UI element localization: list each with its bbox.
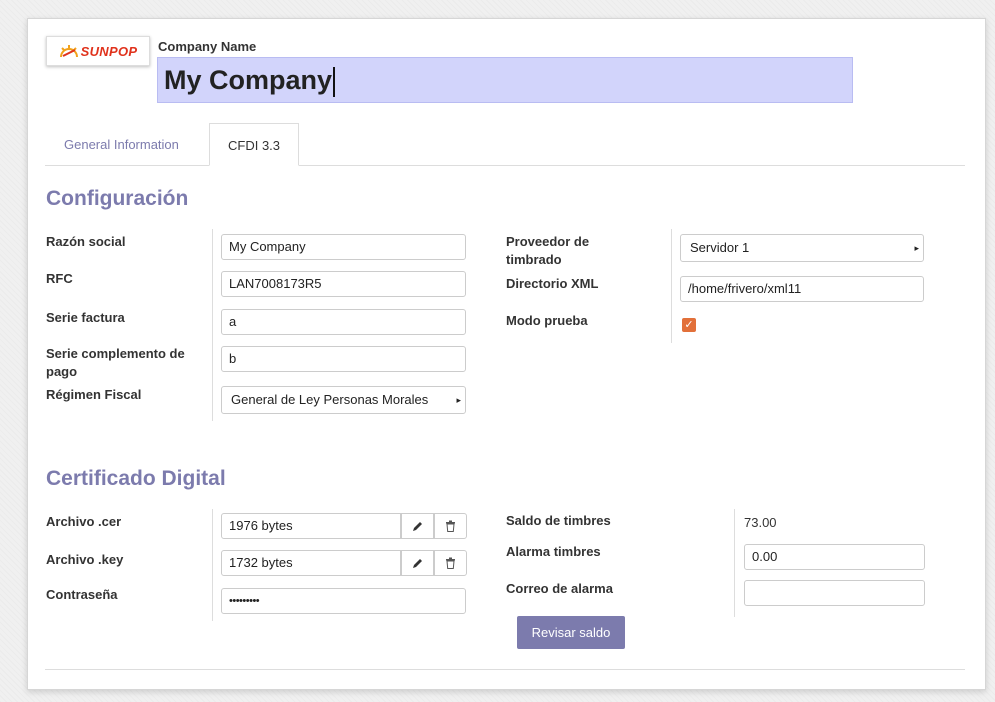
company-name-value: My Company	[164, 65, 333, 95]
delete-key-button[interactable]	[434, 550, 467, 576]
regimen-fiscal-value: General de Ley Personas Morales	[231, 392, 429, 407]
tab-general-information[interactable]: General Information	[46, 123, 197, 166]
edit-key-button[interactable]	[401, 550, 434, 576]
column-divider	[212, 509, 213, 621]
modo-prueba-label: Modo prueba	[506, 313, 588, 328]
logo-text: SUNPOP	[80, 43, 138, 59]
section-title-configuracion: Configuración	[46, 187, 189, 210]
section-title-certificado: Certificado Digital	[46, 467, 226, 490]
rfc-label: RFC	[46, 271, 73, 286]
serie-factura-label: Serie factura	[46, 310, 125, 325]
contrasena-label: Contraseña	[46, 587, 118, 602]
serie-complemento-input[interactable]: b	[221, 346, 466, 372]
company-logo: SUNPOP	[46, 36, 150, 66]
column-divider	[671, 229, 672, 343]
company-name-input[interactable]: My Company	[157, 57, 853, 103]
select-arrow-icon: ▸	[456, 395, 461, 405]
proveedor-timbrado-select[interactable]: Servidor 1 ▸	[680, 234, 924, 262]
archivo-key-input[interactable]: 1732 bytes	[221, 550, 401, 576]
alarma-timbres-input[interactable]: 0.00	[744, 544, 925, 570]
select-arrow-icon: ▸	[914, 243, 919, 253]
archivo-cer-input[interactable]: 1976 bytes	[221, 513, 401, 539]
saldo-timbres-label: Saldo de timbres	[506, 513, 611, 528]
archivo-cer-label: Archivo .cer	[46, 514, 122, 529]
regimen-fiscal-label: Régimen Fiscal	[46, 387, 142, 402]
column-divider	[734, 509, 735, 617]
razon-social-label: Razón social	[46, 234, 126, 249]
proveedor-value: Servidor 1	[690, 240, 750, 255]
trash-icon	[446, 557, 455, 569]
tab-cfdi-33[interactable]: CFDI 3.3	[209, 123, 300, 166]
correo-alarma-input[interactable]	[744, 580, 925, 606]
delete-cer-button[interactable]	[434, 513, 467, 539]
modo-prueba-checkbox[interactable]: ✓	[682, 318, 696, 332]
rfc-input[interactable]: LAN7008173R5	[221, 271, 466, 297]
proveedor-timbrado-label: Proveedor de timbrado	[506, 234, 590, 267]
alarma-timbres-label: Alarma timbres	[506, 544, 601, 559]
trash-icon	[446, 520, 455, 532]
directorio-xml-input[interactable]: /home/frivero/xml11	[680, 276, 924, 302]
pencil-icon	[412, 559, 422, 568]
archivo-key-label: Archivo .key	[46, 552, 124, 567]
razon-social-input[interactable]: My Company	[221, 234, 466, 260]
correo-alarma-label: Correo de alarma	[506, 581, 613, 596]
bottom-divider	[45, 669, 965, 670]
saldo-timbres-value: 73.00	[744, 515, 777, 530]
form-sheet: SUNPOP Company Name My Company General I…	[27, 18, 986, 690]
revisar-saldo-button[interactable]: Revisar saldo	[517, 616, 625, 649]
serie-factura-input[interactable]: a	[221, 309, 466, 335]
column-divider	[212, 229, 213, 421]
regimen-fiscal-select[interactable]: General de Ley Personas Morales ▸	[221, 386, 466, 414]
company-name-label: Company Name	[158, 39, 257, 54]
edit-cer-button[interactable]	[401, 513, 434, 539]
text-caret	[333, 66, 336, 97]
contrasena-input[interactable]: •••••••••	[221, 588, 466, 614]
check-icon: ✓	[684, 319, 694, 331]
serie-complemento-label: Serie complemento de pago	[46, 346, 185, 379]
directorio-xml-label: Directorio XML	[506, 276, 599, 291]
sun-icon	[59, 45, 78, 58]
pencil-icon	[412, 522, 422, 531]
